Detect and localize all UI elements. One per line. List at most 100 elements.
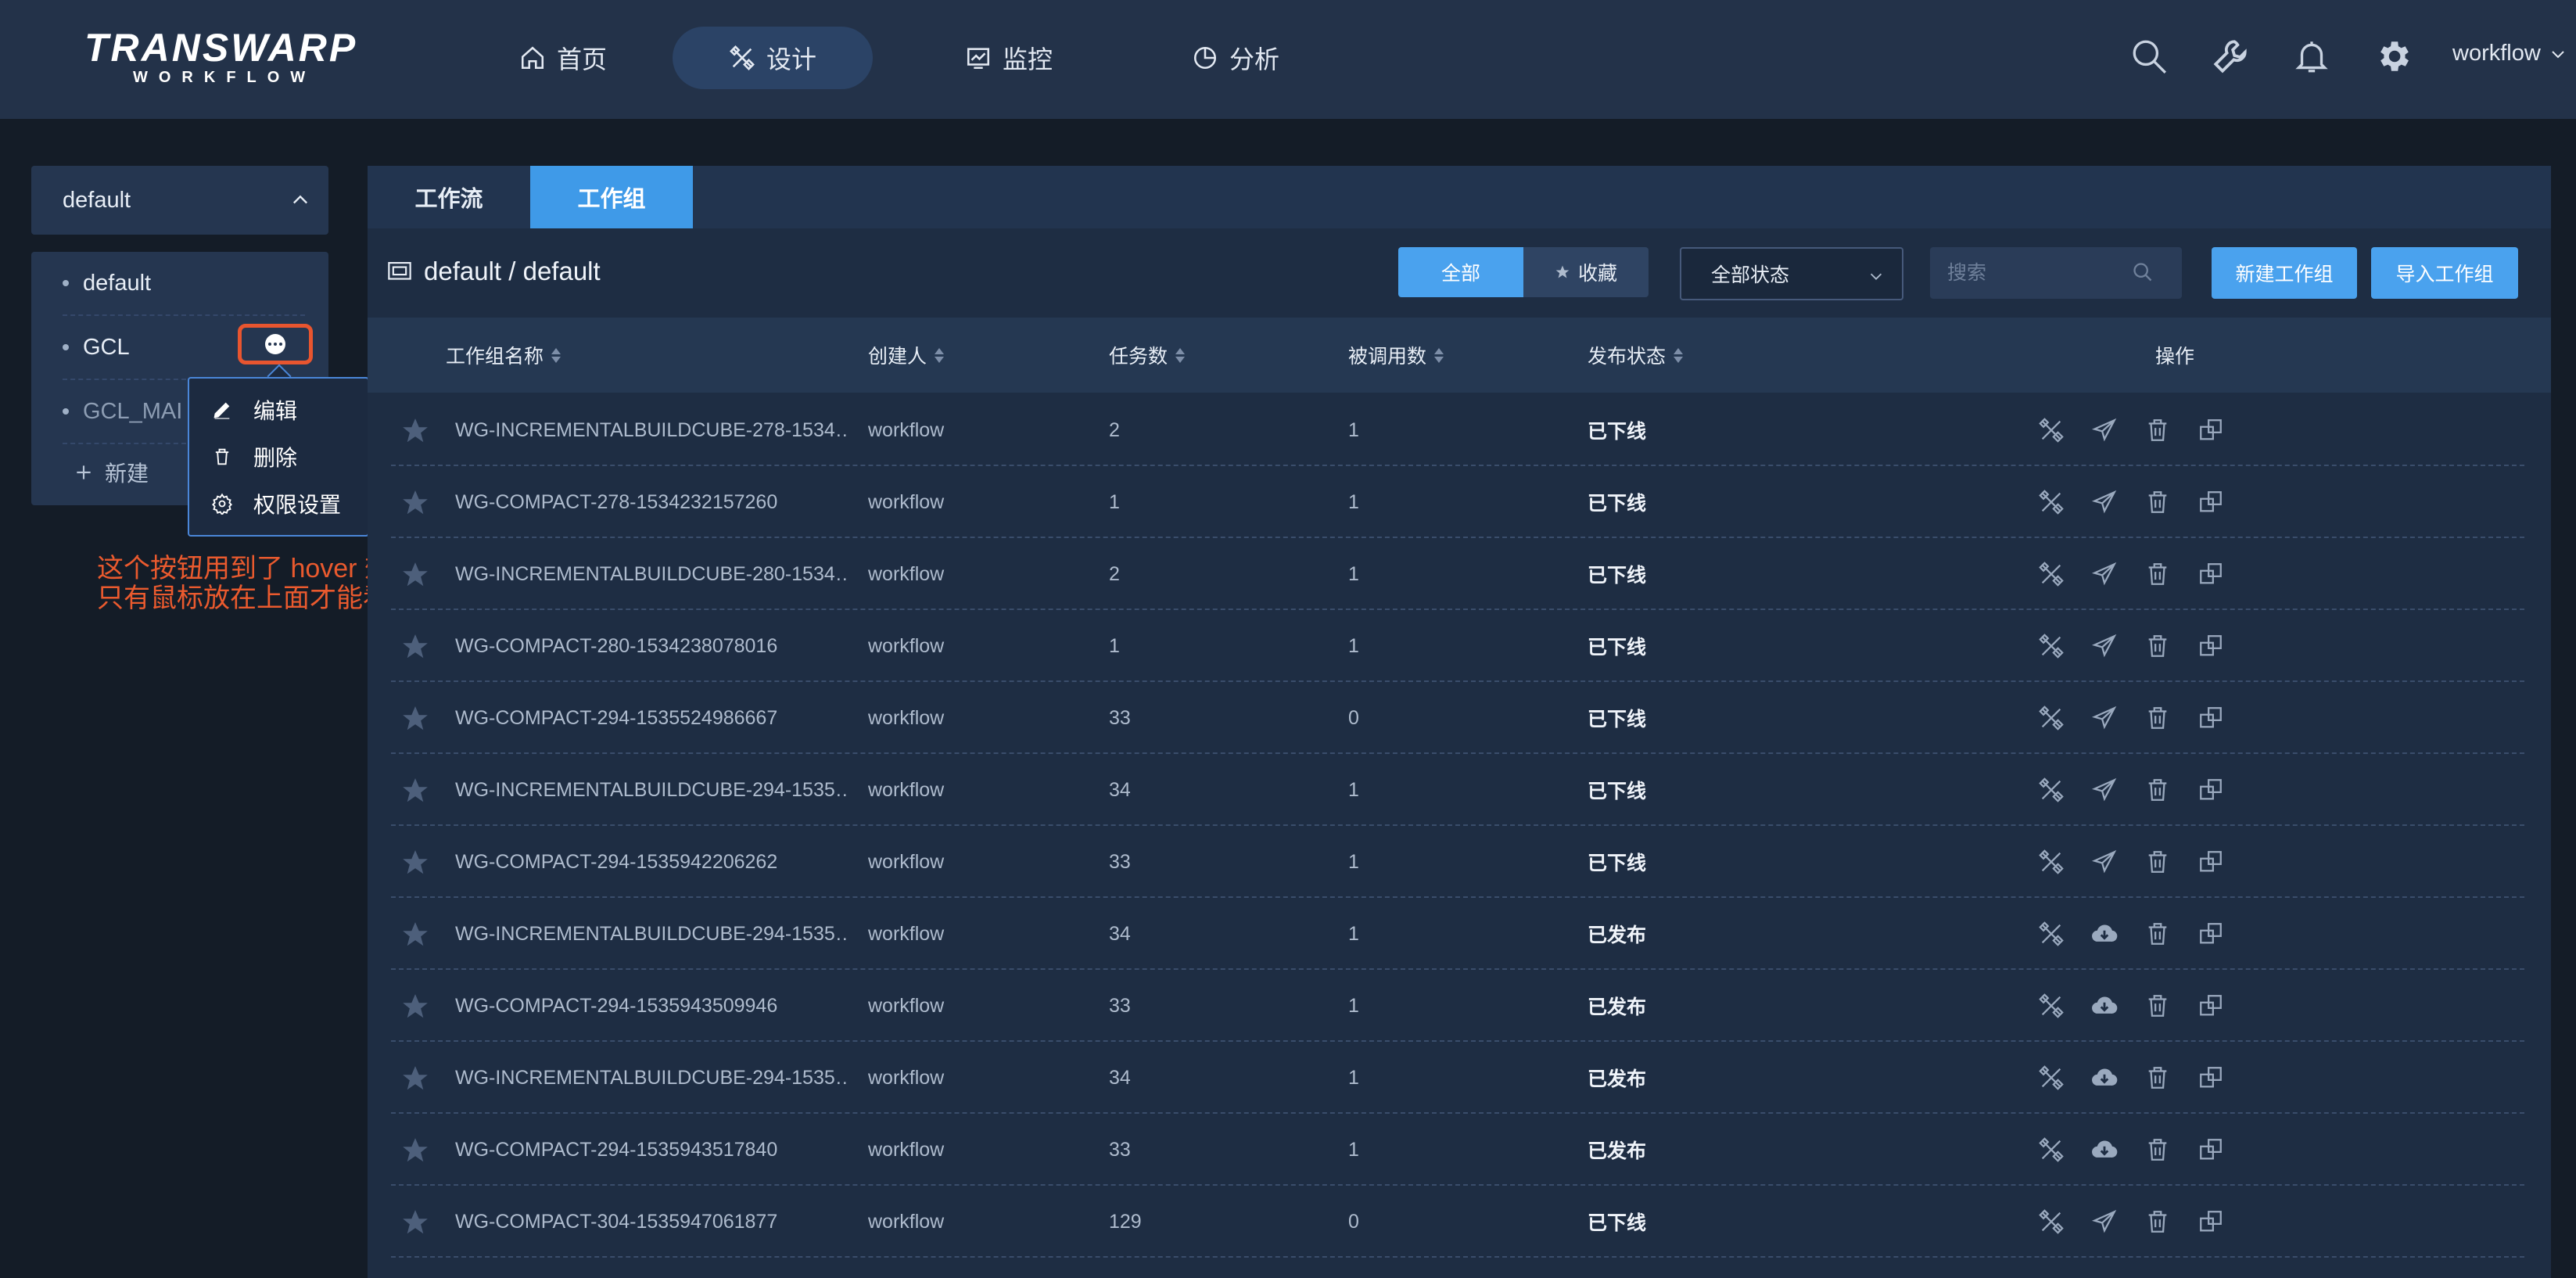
menu-item-edit[interactable]: 编辑 bbox=[211, 394, 297, 425]
favorite-star-icon[interactable] bbox=[400, 992, 430, 1020]
design-icon[interactable] bbox=[2036, 415, 2066, 445]
favorite-star-icon[interactable] bbox=[400, 416, 430, 444]
design-icon[interactable] bbox=[2036, 919, 2066, 949]
user-menu[interactable]: workflow bbox=[2452, 41, 2567, 66]
favorite-star-icon[interactable] bbox=[400, 920, 430, 948]
copy-icon[interactable] bbox=[2196, 1207, 2226, 1237]
copy-icon[interactable] bbox=[2196, 559, 2226, 589]
publish-send-icon[interactable] bbox=[2090, 1207, 2119, 1237]
design-icon[interactable] bbox=[2036, 1135, 2066, 1165]
trash-icon[interactable] bbox=[2143, 1135, 2172, 1165]
trash-icon[interactable] bbox=[2143, 1063, 2172, 1093]
workgroup-name[interactable]: WG-COMPACT-294-1535524986667 bbox=[455, 682, 846, 754]
trash-icon[interactable] bbox=[2143, 775, 2172, 805]
gear-icon[interactable] bbox=[2371, 34, 2415, 78]
nav-design[interactable]: 设计 bbox=[673, 27, 873, 89]
search-icon[interactable] bbox=[2127, 34, 2171, 78]
copy-icon[interactable] bbox=[2196, 847, 2226, 877]
status-filter-select[interactable]: 全部状态 bbox=[1680, 247, 1903, 300]
design-icon[interactable] bbox=[2036, 1063, 2066, 1093]
table-row[interactable]: WG-COMPACT-294-1535524986667 workflow 33 0 已… bbox=[391, 682, 2524, 754]
bell-icon[interactable] bbox=[2290, 34, 2334, 78]
design-icon[interactable] bbox=[2036, 703, 2066, 733]
cloud-download-icon[interactable] bbox=[2090, 1063, 2119, 1093]
workgroup-name[interactable]: WG-INCREMENTALBUILDCUBE-294-1535… bbox=[455, 1042, 846, 1114]
table-row[interactable]: WG-INCREMENTALBUILDCUBE-294-1535… workflo… bbox=[391, 1042, 2524, 1114]
workgroup-name[interactable]: WG-INCREMENTALBUILDCUBE-280-1534… bbox=[455, 538, 846, 610]
table-row[interactable]: WG-COMPACT-294-1535942206262 workflow 33 1 已… bbox=[391, 826, 2524, 898]
nav-analysis[interactable]: 分析 bbox=[1165, 27, 1306, 89]
publish-send-icon[interactable] bbox=[2090, 415, 2119, 445]
new-workgroup-button[interactable]: 新建工作组 bbox=[2212, 247, 2357, 299]
favorite-star-icon[interactable] bbox=[400, 1064, 430, 1092]
cloud-download-icon[interactable] bbox=[2090, 991, 2119, 1021]
workspace-selector[interactable]: default bbox=[31, 166, 328, 235]
publish-send-icon[interactable] bbox=[2090, 631, 2119, 661]
table-row[interactable]: WG-INCREMENTALBUILDCUBE-294-1535… workflo… bbox=[391, 898, 2524, 970]
column-header-name[interactable]: 工作组名称 bbox=[446, 318, 561, 393]
cloud-download-icon[interactable] bbox=[2090, 919, 2119, 949]
design-icon[interactable] bbox=[2036, 991, 2066, 1021]
publish-send-icon[interactable] bbox=[2090, 487, 2119, 517]
table-row[interactable]: WG-COMPACT-304-1535947061877 workflow 129 0… bbox=[391, 1186, 2524, 1258]
import-workgroup-button[interactable]: 导入工作组 bbox=[2371, 247, 2518, 299]
column-header-calls[interactable]: 被调用数 bbox=[1348, 318, 1444, 393]
trash-icon[interactable] bbox=[2143, 559, 2172, 589]
trash-icon[interactable] bbox=[2143, 919, 2172, 949]
favorite-star-icon[interactable] bbox=[400, 488, 430, 516]
table-row[interactable]: WG-INCREMENTALBUILDCUBE-278-1534… workflo… bbox=[391, 394, 2524, 466]
publish-send-icon[interactable] bbox=[2090, 703, 2119, 733]
copy-icon[interactable] bbox=[2196, 1135, 2226, 1165]
copy-icon[interactable] bbox=[2196, 487, 2226, 517]
nav-monitor[interactable]: 监控 bbox=[938, 27, 1079, 89]
nav-home[interactable]: 首页 bbox=[493, 27, 633, 89]
favorite-star-icon[interactable] bbox=[400, 632, 430, 660]
table-row[interactable]: WG-INCREMENTALBUILDCUBE-280-1534… workflo… bbox=[391, 538, 2524, 610]
favorite-star-icon[interactable] bbox=[400, 1136, 430, 1164]
trash-icon[interactable] bbox=[2143, 631, 2172, 661]
design-icon[interactable] bbox=[2036, 631, 2066, 661]
table-row[interactable]: WG-COMPACT-278-1534232157260 workflow 1 1 已下… bbox=[391, 466, 2524, 538]
table-row[interactable]: WG-COMPACT-280-1534238078016 workflow 1 1 已下… bbox=[391, 610, 2524, 682]
column-header-status[interactable]: 发布状态 bbox=[1588, 318, 1684, 393]
copy-icon[interactable] bbox=[2196, 775, 2226, 805]
copy-icon[interactable] bbox=[2196, 703, 2226, 733]
trash-icon[interactable] bbox=[2143, 847, 2172, 877]
menu-item-delete[interactable]: 删除 bbox=[211, 441, 297, 472]
more-options-button[interactable] bbox=[238, 324, 313, 364]
workgroup-name[interactable]: WG-COMPACT-278-1534232157260 bbox=[455, 466, 846, 538]
table-row[interactable]: WG-INCREMENTALBUILDCUBE-294-1535… workflo… bbox=[391, 754, 2524, 826]
workgroup-name[interactable]: WG-INCREMENTALBUILDCUBE-294-1535… bbox=[455, 754, 846, 826]
publish-send-icon[interactable] bbox=[2090, 775, 2119, 805]
design-icon[interactable] bbox=[2036, 847, 2066, 877]
trash-icon[interactable] bbox=[2143, 991, 2172, 1021]
design-icon[interactable] bbox=[2036, 775, 2066, 805]
workgroup-name[interactable]: WG-INCREMENTALBUILDCUBE-278-1534… bbox=[455, 394, 846, 466]
workgroup-name[interactable]: WG-COMPACT-294-1535943509946 bbox=[455, 970, 846, 1042]
publish-send-icon[interactable] bbox=[2090, 847, 2119, 877]
column-header-creator[interactable]: 创建人 bbox=[868, 318, 945, 393]
design-icon[interactable] bbox=[2036, 487, 2066, 517]
new-workspace-button[interactable]: 新建 bbox=[74, 457, 149, 488]
trash-icon[interactable] bbox=[2143, 487, 2172, 517]
favorite-star-icon[interactable] bbox=[400, 848, 430, 876]
design-icon[interactable] bbox=[2036, 1207, 2066, 1237]
filter-favorites-button[interactable]: 收藏 bbox=[1523, 247, 1649, 297]
transwarp-logo[interactable]: TRANSWARP WORKFLOW bbox=[81, 25, 355, 91]
workgroup-name[interactable]: WG-COMPACT-294-1535943517840 bbox=[455, 1114, 846, 1186]
trash-icon[interactable] bbox=[2143, 1207, 2172, 1237]
workgroup-name[interactable]: WG-COMPACT-304-1535947061877 bbox=[455, 1186, 846, 1258]
wrench-icon[interactable] bbox=[2208, 34, 2252, 78]
column-header-tasks[interactable]: 任务数 bbox=[1109, 318, 1186, 393]
design-icon[interactable] bbox=[2036, 559, 2066, 589]
copy-icon[interactable] bbox=[2196, 991, 2226, 1021]
copy-icon[interactable] bbox=[2196, 1063, 2226, 1093]
favorite-star-icon[interactable] bbox=[400, 560, 430, 588]
favorite-star-icon[interactable] bbox=[400, 1208, 430, 1236]
publish-send-icon[interactable] bbox=[2090, 559, 2119, 589]
tab-workflow[interactable]: 工作流 bbox=[368, 166, 530, 228]
workgroup-name[interactable]: WG-COMPACT-280-1534238078016 bbox=[455, 610, 846, 682]
trash-icon[interactable] bbox=[2143, 415, 2172, 445]
trash-icon[interactable] bbox=[2143, 703, 2172, 733]
favorite-star-icon[interactable] bbox=[400, 776, 430, 804]
